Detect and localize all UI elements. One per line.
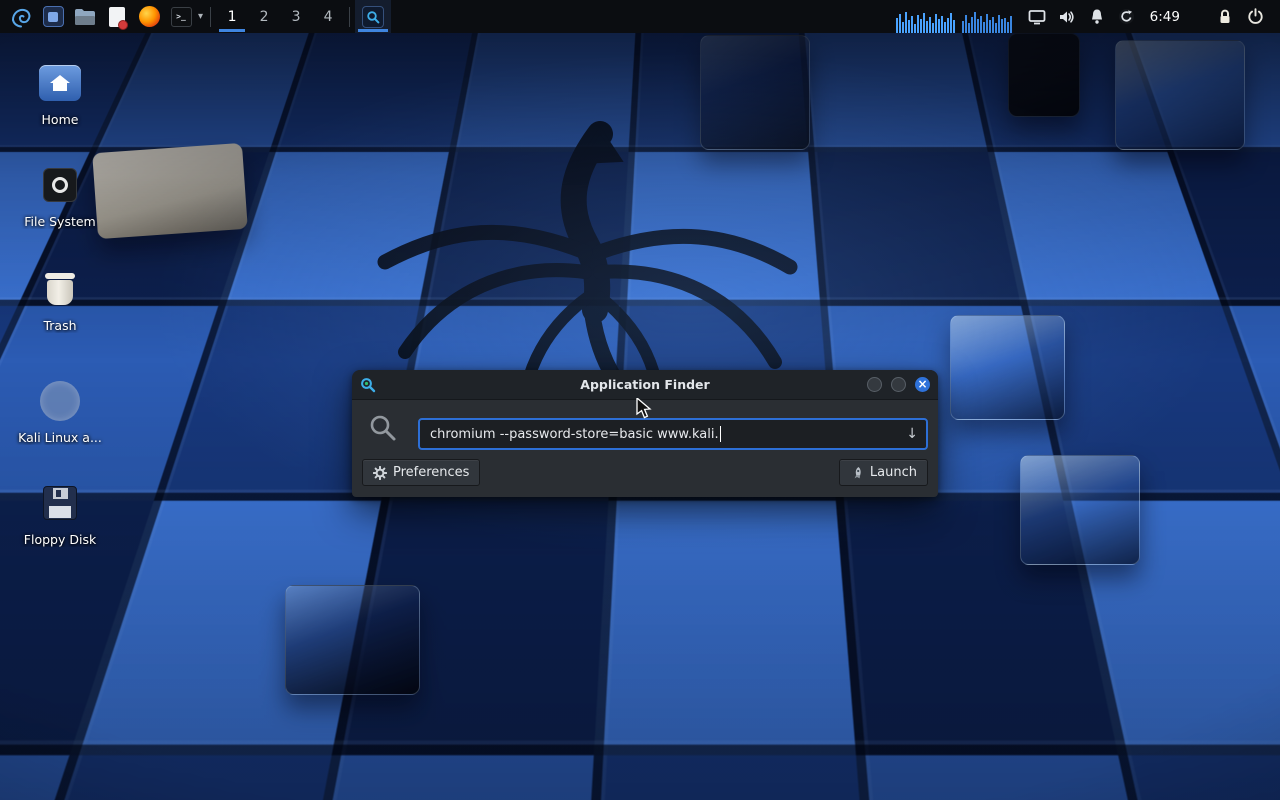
window-controls: × (858, 377, 930, 392)
dropdown-arrow-icon[interactable]: ↓ (906, 420, 918, 448)
search-input-value: chromium --password-store=basic www.kali… (430, 427, 719, 442)
preferences-button[interactable]: Preferences (362, 459, 480, 486)
panel-left: >_ ▾ 1 2 3 4 (0, 0, 391, 33)
firefox-icon (139, 6, 160, 27)
panel-right: 6:49 (896, 0, 1280, 33)
panel-separator (349, 7, 350, 27)
display-settings-tray-item[interactable] (1022, 0, 1052, 33)
applications-menu-button[interactable] (5, 0, 37, 33)
kali-logo-icon (10, 6, 32, 28)
minimize-button[interactable] (867, 377, 882, 392)
launch-label: Launch (870, 465, 917, 480)
desktop-icon-kali-linux[interactable]: Kali Linux a... (8, 378, 112, 445)
desktop-icon-label: Home (8, 112, 112, 127)
power-icon (1247, 8, 1264, 25)
workspace-3[interactable]: 3 (280, 0, 312, 33)
search-input[interactable]: chromium --password-store=basic www.kali… (418, 418, 928, 450)
firefox-launcher[interactable] (133, 0, 165, 33)
refresh-icon (1118, 8, 1135, 25)
file-system-icon (8, 162, 112, 208)
trash-icon (8, 266, 112, 312)
maximize-button[interactable] (891, 377, 906, 392)
screen-lock-tray-item[interactable] (1210, 0, 1240, 33)
workspace-4[interactable]: 4 (312, 0, 344, 33)
desktop-icon-home[interactable]: Home (8, 60, 112, 127)
window-icon (43, 6, 64, 27)
desktop-icon-label: Trash (8, 318, 112, 333)
taskbar-application-finder[interactable] (355, 0, 391, 33)
folder-icon (74, 8, 96, 26)
lock-icon (1217, 8, 1233, 25)
session-logout-tray-item[interactable] (1240, 0, 1270, 33)
file-manager-launcher[interactable] (69, 0, 101, 33)
launcher-workspace-icon[interactable] (37, 0, 69, 33)
search-icon (368, 413, 398, 443)
close-button[interactable]: × (915, 377, 930, 392)
volume-tray-item[interactable] (1052, 0, 1082, 33)
text-caret (720, 426, 721, 442)
launch-button[interactable]: Launch (839, 459, 928, 486)
terminal-icon: >_ (171, 7, 192, 27)
launch-icon (850, 466, 864, 480)
edit-badge (118, 20, 128, 30)
application-finder-task-icon (362, 6, 384, 28)
desktop-icon-label: Kali Linux a... (8, 430, 112, 445)
workspace-1[interactable]: 1 (216, 0, 248, 33)
desktop-icon-label: File System (8, 214, 112, 229)
clock[interactable]: 6:49 (1142, 0, 1188, 33)
desktop-icon-label: Floppy Disk (8, 532, 112, 547)
top-panel: >_ ▾ 1 2 3 4 (0, 0, 1280, 33)
mouse-cursor (636, 398, 654, 420)
application-finder-window: Application Finder × chromium --password… (352, 370, 938, 497)
window-title: Application Finder (352, 377, 938, 392)
display-icon (1028, 9, 1046, 25)
notifications-tray-item[interactable] (1082, 0, 1112, 33)
preferences-label: Preferences (393, 465, 469, 480)
bell-icon (1089, 8, 1105, 25)
kali-docs-icon (8, 378, 112, 424)
updates-tray-item[interactable] (1112, 0, 1142, 33)
desktop-icon-trash[interactable]: Trash (8, 266, 112, 333)
speaker-icon (1058, 9, 1075, 25)
desktop: Home File System Trash Kali Linux a... F… (0, 0, 1280, 800)
home-icon (8, 60, 112, 106)
terminal-launcher[interactable]: >_ (165, 0, 197, 33)
system-load-graph[interactable] (896, 0, 1014, 33)
floppy-disk-icon (8, 480, 112, 526)
text-editor-launcher[interactable] (101, 0, 133, 33)
application-finder-icon (360, 377, 376, 393)
panel-separator (210, 7, 211, 27)
workspace-2[interactable]: 2 (248, 0, 280, 33)
titlebar[interactable]: Application Finder × (352, 370, 938, 400)
desktop-icon-file-system[interactable]: File System (8, 162, 112, 229)
document-icon (109, 7, 125, 27)
chevron-down-icon[interactable]: ▾ (198, 11, 203, 22)
gear-icon (373, 466, 387, 480)
desktop-icon-floppy-disk[interactable]: Floppy Disk (8, 480, 112, 547)
